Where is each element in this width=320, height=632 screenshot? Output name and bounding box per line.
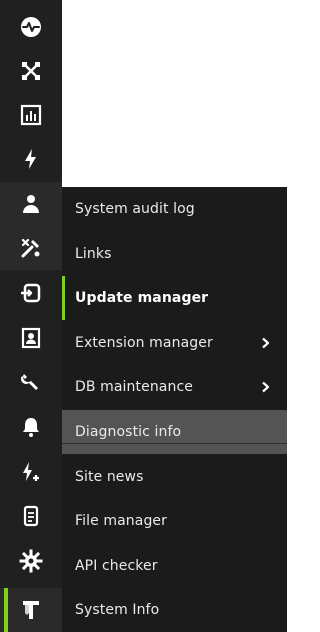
menu-item-api-checker[interactable]: API checker — [62, 544, 287, 588]
tools-icon — [21, 238, 40, 258]
menu-item-file-manager[interactable]: File manager — [62, 499, 287, 543]
network-icon — [22, 62, 40, 80]
rail-item-user[interactable] — [0, 182, 62, 226]
rail-item-document[interactable] — [0, 494, 62, 538]
contact-card-icon — [21, 327, 41, 349]
rail-item-tools[interactable] — [0, 226, 62, 270]
bolt-icon — [25, 149, 36, 169]
gear-icon — [19, 549, 43, 573]
menu-item-label: Diagnostic info — [75, 424, 182, 440]
rail-item-network[interactable] — [0, 49, 62, 93]
sidebar-rail — [0, 0, 62, 632]
rail-item-gear[interactable] — [0, 539, 62, 583]
admin-submenu: System audit log Links Update manager Ex… — [62, 187, 287, 632]
chart-icon — [20, 104, 42, 126]
menu-item-label: Site news — [75, 469, 144, 485]
chevron-right-icon — [262, 337, 270, 349]
menu-item-update-manager[interactable]: Update manager — [62, 276, 287, 320]
menu-item-label: Update manager — [75, 290, 209, 306]
menu-item-label: System Info — [75, 602, 160, 618]
rail-item-system-tool[interactable] — [0, 588, 62, 632]
rail-item-wrench[interactable] — [0, 360, 62, 404]
menu-item-label: System audit log — [75, 201, 195, 217]
bolt-plus-icon — [23, 462, 39, 481]
menu-item-label: API checker — [75, 558, 158, 574]
chevron-right-icon — [262, 381, 270, 393]
menu-item-links[interactable]: Links — [62, 232, 287, 276]
menu-item-diagnostic-info[interactable]: Diagnostic info — [62, 410, 287, 454]
menu-item-system-info[interactable]: System Info — [62, 588, 287, 632]
menu-item-label: DB maintenance — [75, 379, 193, 395]
rail-item-bell[interactable] — [0, 405, 62, 449]
document-icon — [23, 505, 39, 527]
menu-item-site-news[interactable]: Site news — [62, 455, 287, 499]
rail-item-bolt[interactable] — [0, 137, 62, 181]
rail-item-chart[interactable] — [0, 93, 62, 137]
bell-icon — [23, 418, 39, 437]
rail-item-login[interactable] — [0, 271, 62, 315]
rail-item-contact-card[interactable] — [0, 316, 62, 360]
rail-item-activity[interactable] — [0, 5, 62, 49]
wrench-icon — [21, 374, 38, 390]
menu-item-db-maintenance[interactable]: DB maintenance — [62, 365, 287, 409]
menu-item-system-audit-log[interactable]: System audit log — [62, 187, 287, 231]
login-icon — [21, 283, 41, 303]
menu-item-label: File manager — [75, 513, 168, 529]
menu-item-label: Extension manager — [75, 335, 213, 351]
activity-icon — [21, 17, 41, 37]
menu-divider — [62, 443, 287, 444]
menu-item-label: Links — [75, 246, 112, 262]
rail-item-bolt-plus[interactable] — [0, 450, 62, 494]
user-icon — [23, 195, 39, 213]
menu-item-extension-manager[interactable]: Extension manager — [62, 321, 287, 365]
system-tool-icon — [23, 601, 39, 619]
